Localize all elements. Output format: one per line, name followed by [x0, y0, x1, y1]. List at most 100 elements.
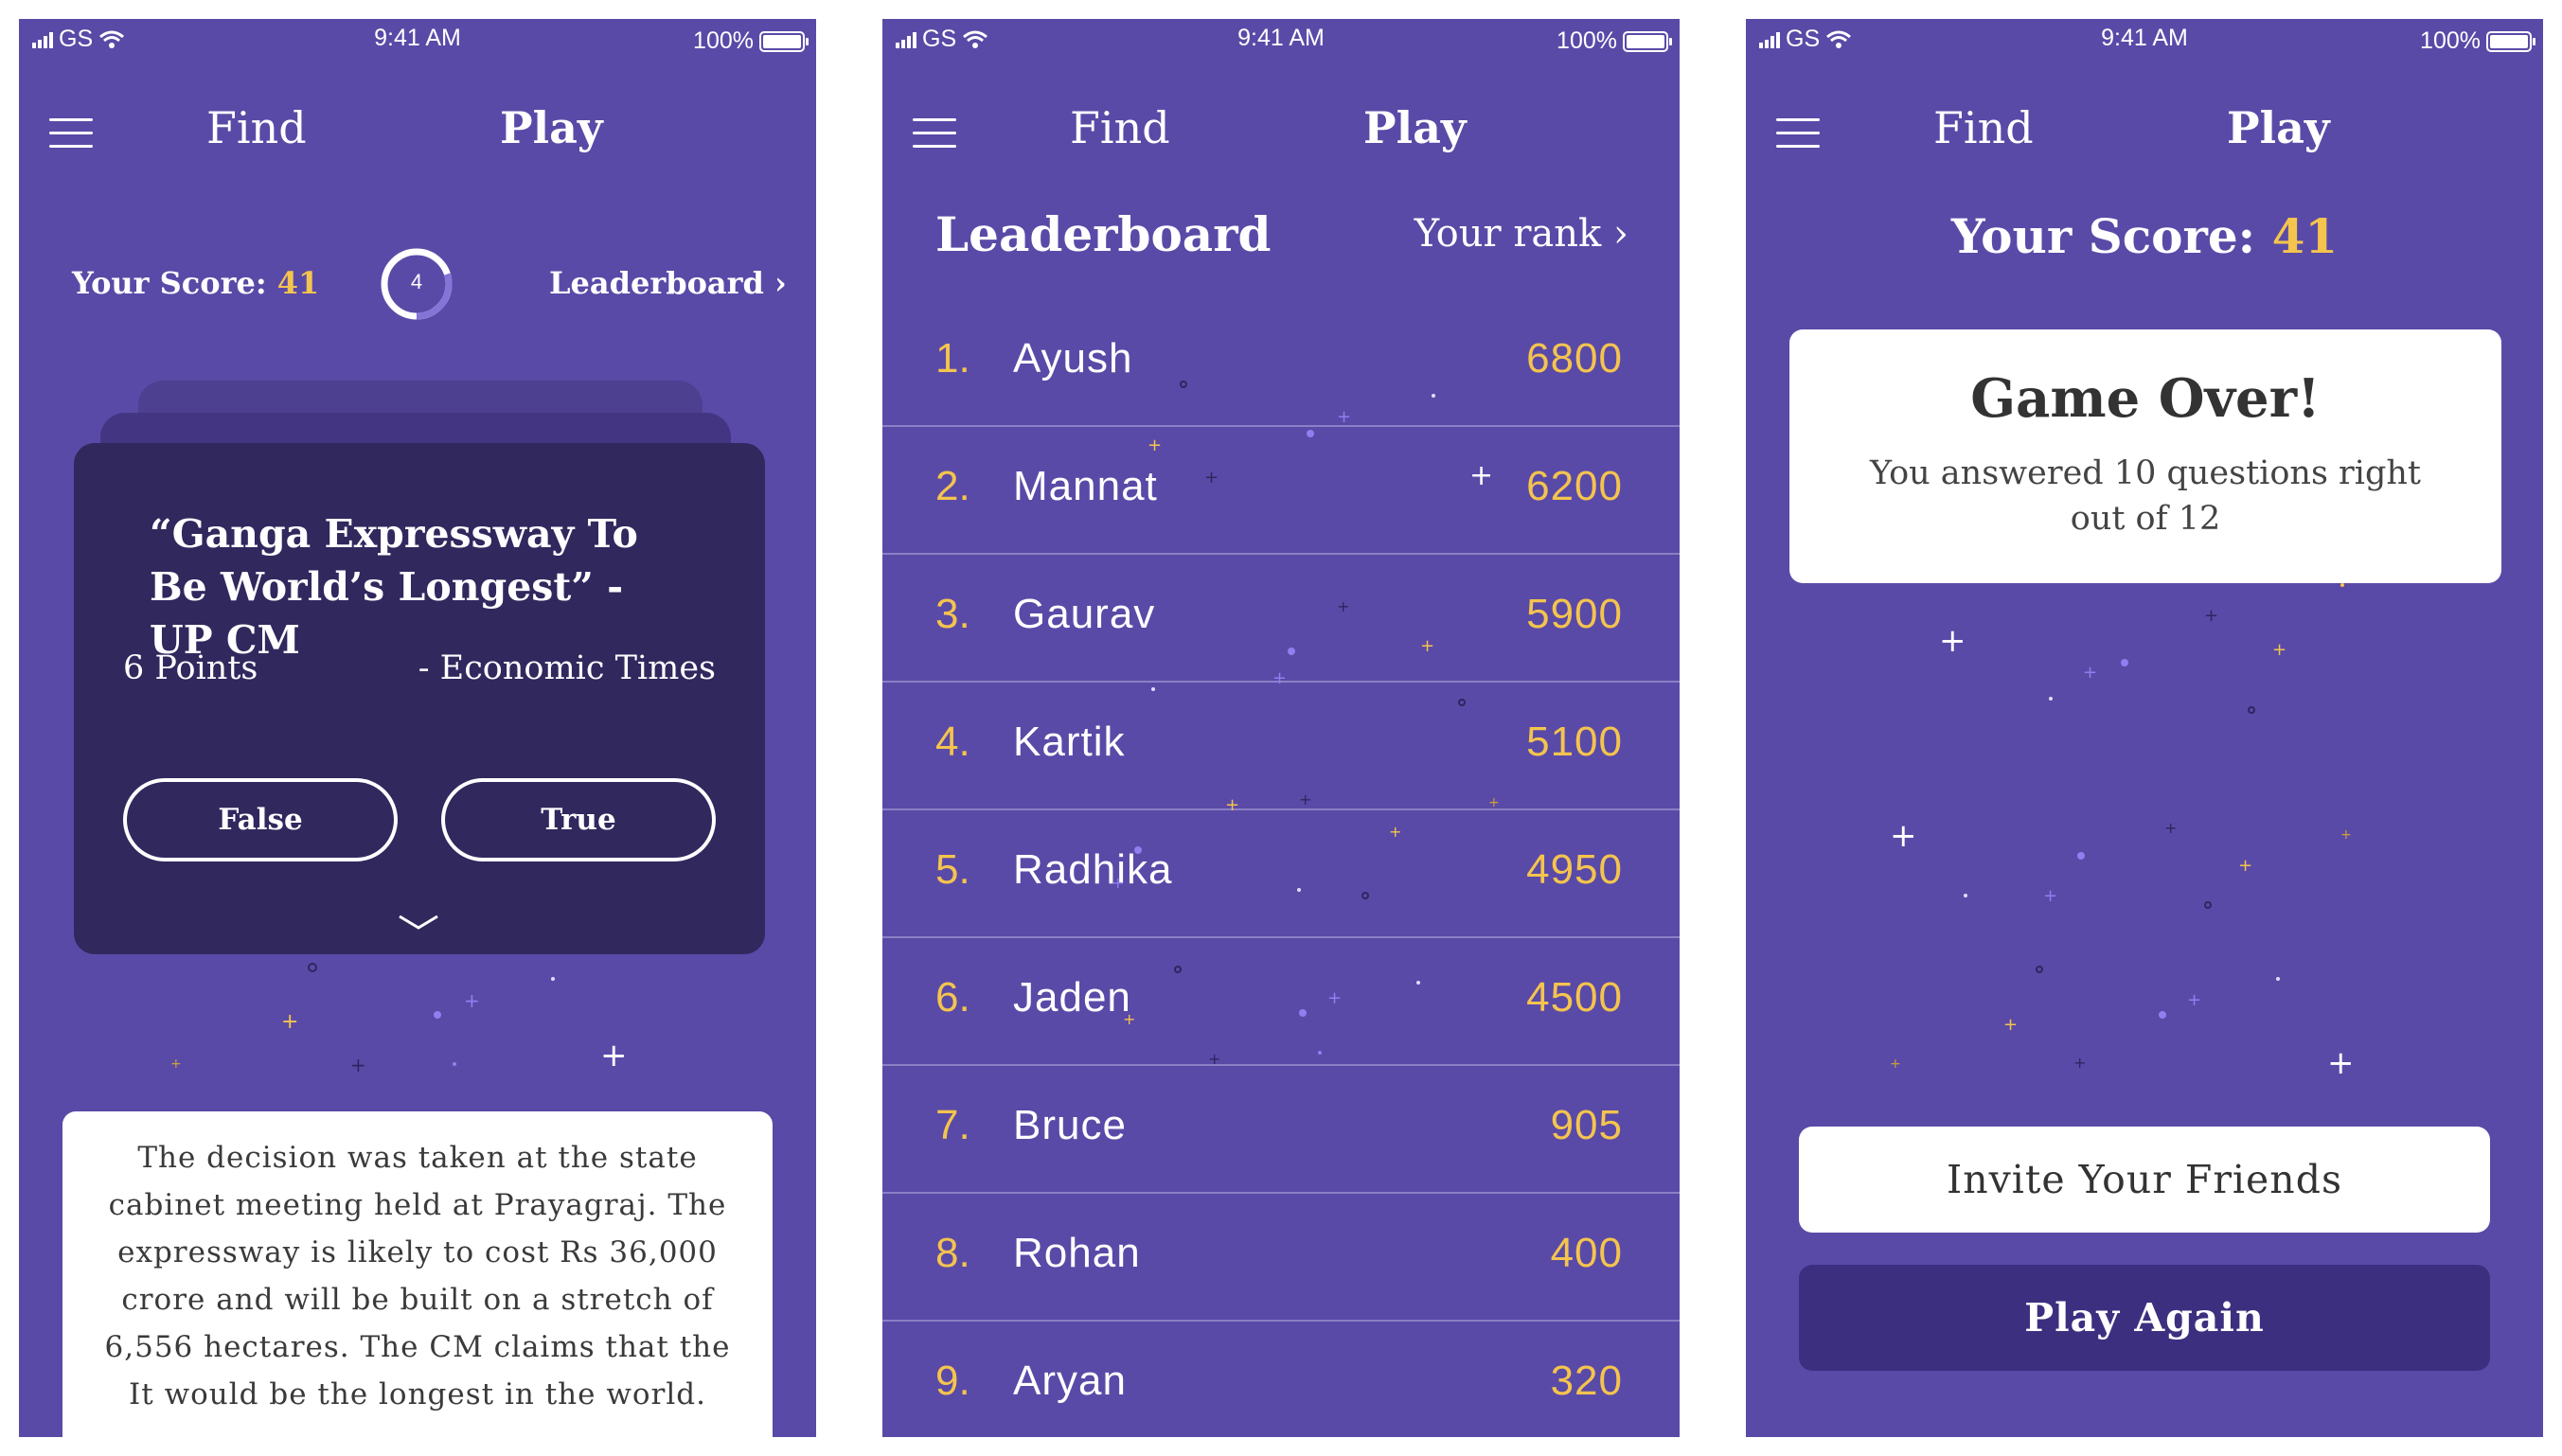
- player-name: Radhika: [1013, 846, 1173, 893]
- svg-text:+: +: [2083, 663, 2097, 683]
- leaderboard-row[interactable]: 4. Kartik 5100: [882, 683, 1680, 810]
- svg-text:+: +: [2340, 827, 2352, 843]
- leaderboard-row[interactable]: 3. Gaurav 5900: [882, 555, 1680, 683]
- status-bar: GS 9:41 AM 100%: [19, 19, 816, 61]
- player-score: 4950: [1526, 846, 1623, 893]
- player-name: Jaden: [1013, 974, 1131, 1021]
- game-over-card: Game Over! You answered 10 questions rig…: [1789, 329, 2501, 583]
- player-name: Ayush: [1013, 335, 1133, 382]
- score-display: Your Score: 41: [72, 265, 319, 301]
- svg-text:+: +: [2327, 1044, 2355, 1082]
- player-score: 400: [1550, 1230, 1623, 1276]
- chevron-right-icon: ›: [774, 265, 787, 301]
- tab-find[interactable]: Find: [1070, 102, 1170, 153]
- game-over-title: Game Over!: [1970, 367, 2321, 430]
- chevron-right-icon: ›: [1613, 212, 1628, 256]
- player-name: Kartik: [1013, 719, 1126, 765]
- menu-icon[interactable]: [1776, 118, 1820, 149]
- chevron-down-icon[interactable]: [398, 913, 439, 932]
- your-rank-label: Your rank: [1414, 212, 1602, 256]
- svg-text:+: +: [1890, 817, 1917, 855]
- play-again-button[interactable]: Play Again: [1799, 1265, 2490, 1371]
- svg-text:+: +: [2073, 1054, 2086, 1072]
- battery-icon: [2486, 30, 2535, 52]
- player-score: 6200: [1526, 463, 1623, 509]
- invite-friends-button[interactable]: Invite Your Friends: [1799, 1127, 2490, 1233]
- battery-icon: [759, 30, 809, 52]
- rank-number: 7.: [935, 1102, 970, 1148]
- rank-number: 9.: [935, 1358, 970, 1404]
- leaderboard-row[interactable]: 9. Aryan 320: [882, 1322, 1680, 1437]
- score-label: Your Score:: [1950, 208, 2256, 264]
- rank-number: 2.: [935, 463, 970, 509]
- true-button[interactable]: True: [441, 778, 716, 861]
- menu-icon[interactable]: [913, 118, 956, 149]
- question-screen: GS 9:41 AM 100% Find Play Your Score: 41…: [19, 19, 816, 1437]
- rank-number: 6.: [935, 974, 970, 1021]
- battery-percent: 100%: [2420, 27, 2481, 54]
- score-value: 41: [276, 265, 320, 301]
- leaderboard-row[interactable]: 1. Ayush 6800: [882, 299, 1680, 427]
- leaderboard-row[interactable]: 7. Bruce 905: [882, 1066, 1680, 1194]
- battery-percent: 100%: [1557, 27, 1617, 54]
- battery-icon: [1623, 30, 1672, 52]
- score-value: 41: [2271, 208, 2339, 264]
- rank-number: 5.: [935, 846, 970, 893]
- svg-text:+: +: [170, 1056, 182, 1072]
- question-headline: “Ganga Expressway To Be World’s Longest”…: [150, 511, 638, 663]
- tab-find[interactable]: Find: [206, 102, 307, 153]
- leaderboard-list: 1. Ayush 6800 2. Mannat 6200 3. Gaurav 5…: [882, 299, 1680, 1437]
- tab-play[interactable]: Play: [2227, 102, 2330, 153]
- rank-number: 8.: [935, 1230, 970, 1276]
- svg-text:+: +: [1939, 622, 1966, 660]
- player-name: Bruce: [1013, 1102, 1127, 1148]
- menu-icon[interactable]: [49, 118, 93, 149]
- svg-text:+: +: [2187, 990, 2201, 1010]
- svg-text:+: +: [2204, 606, 2218, 626]
- svg-text:+: +: [600, 1037, 628, 1074]
- player-name: Rohan: [1013, 1230, 1141, 1276]
- leaderboard-screen: GS 9:41 AM 100% Find Play Leaderboard Yo…: [882, 19, 1680, 1437]
- question-source: - Economic Times: [418, 649, 716, 687]
- status-bar: GS 9:41 AM 100%: [1746, 19, 2543, 61]
- rank-number: 1.: [935, 335, 970, 382]
- leaderboard-row[interactable]: 8. Rohan 400: [882, 1194, 1680, 1322]
- final-score-display: Your Score: 41: [1746, 208, 2543, 264]
- score-label: Your Score:: [72, 265, 267, 301]
- player-score: 5900: [1526, 591, 1623, 637]
- svg-text:+: +: [350, 1054, 366, 1076]
- tab-play[interactable]: Play: [1363, 102, 1467, 153]
- battery-percent: 100%: [693, 27, 754, 54]
- false-button[interactable]: False: [123, 778, 398, 861]
- leaderboard-title: Leaderboard: [935, 206, 1272, 262]
- leaderboard-row[interactable]: 5. Radhika 4950: [882, 810, 1680, 938]
- leaderboard-row[interactable]: 6. Jaden 4500: [882, 938, 1680, 1066]
- player-name: Mannat: [1013, 463, 1158, 509]
- player-score: 320: [1550, 1358, 1623, 1404]
- status-bar: GS 9:41 AM 100%: [882, 19, 1680, 61]
- question-card: “Ganga Expressway To Be World’s Longest”…: [74, 443, 765, 954]
- game-over-message: You answered 10 questions right out of 1…: [1870, 454, 2421, 538]
- svg-text:+: +: [2003, 1015, 2018, 1035]
- leaderboard-link[interactable]: Leaderboard ›: [549, 265, 787, 301]
- player-score: 4500: [1526, 974, 1623, 1021]
- your-rank-link[interactable]: Your rank ›: [1414, 212, 1628, 256]
- timer-value: 4: [410, 270, 423, 293]
- rank-number: 3.: [935, 591, 970, 637]
- svg-text:+: +: [2272, 640, 2286, 660]
- game-over-screen: GS 9:41 AM 100% Find Play Your Score: 41…: [1746, 19, 2543, 1437]
- tab-find[interactable]: Find: [1933, 102, 2034, 153]
- leaderboard-link-label: Leaderboard: [549, 265, 764, 301]
- svg-text:+: +: [2238, 856, 2252, 876]
- question-points: 6 Points: [123, 649, 258, 687]
- player-score: 5100: [1526, 719, 1623, 765]
- player-score: 905: [1550, 1102, 1623, 1148]
- player-name: Aryan: [1013, 1358, 1127, 1404]
- leaderboard-row[interactable]: 2. Mannat 6200: [882, 427, 1680, 555]
- rank-number: 4.: [935, 719, 970, 765]
- svg-text:+: +: [2043, 886, 2057, 906]
- article-description: The decision was taken at the state cabi…: [62, 1111, 773, 1437]
- player-name: Gaurav: [1013, 591, 1156, 637]
- svg-text:+: +: [2164, 819, 2177, 837]
- tab-play[interactable]: Play: [500, 102, 603, 153]
